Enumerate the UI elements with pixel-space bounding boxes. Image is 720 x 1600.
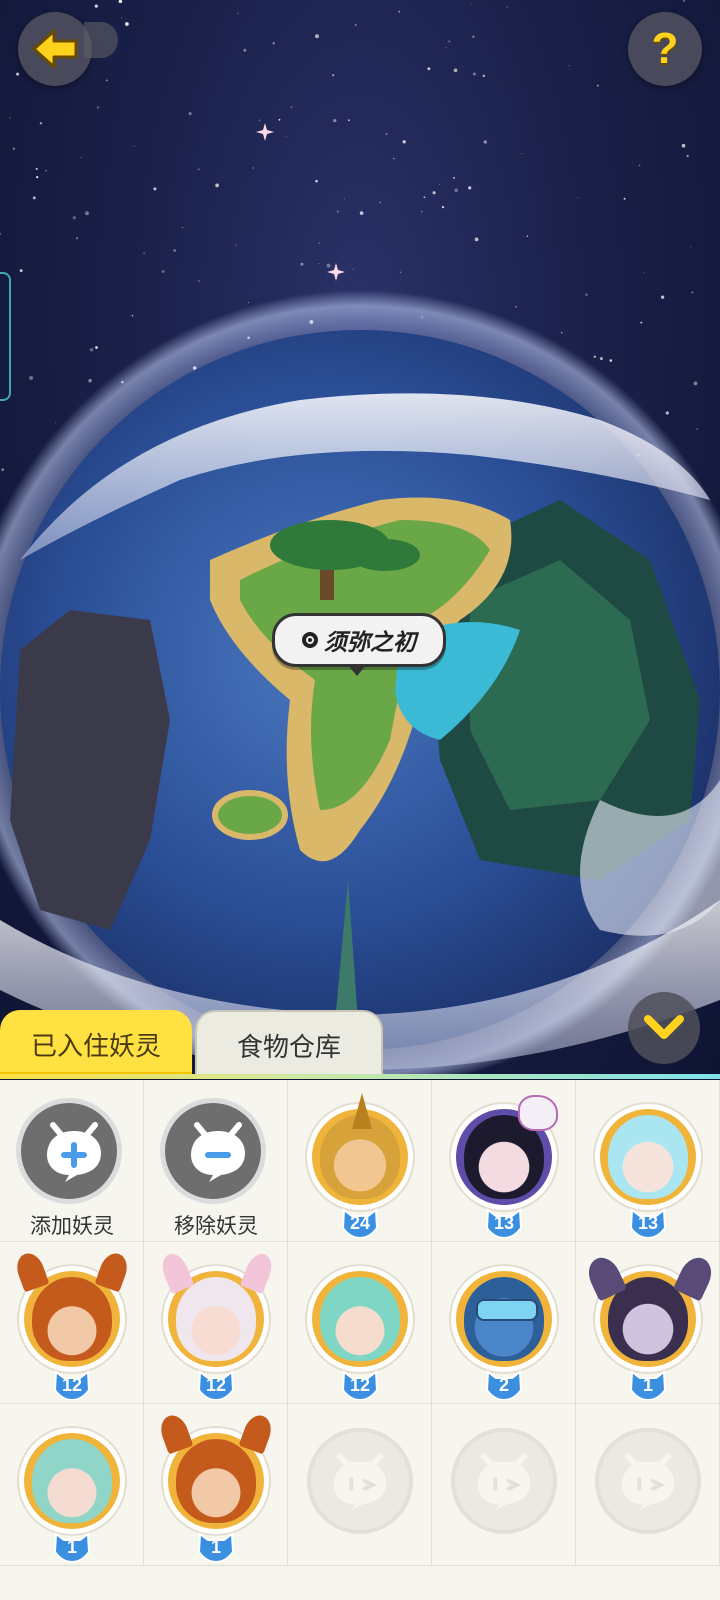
resident-avatar	[156, 1411, 276, 1534]
resident-slot[interactable]: 12	[144, 1242, 288, 1404]
back-button[interactable]	[18, 12, 118, 86]
small-island	[212, 790, 288, 840]
resident-slot[interactable]: 12	[288, 1242, 432, 1404]
help-button[interactable]: ?	[628, 12, 702, 86]
level-badge: 13	[628, 1208, 668, 1238]
planet-globe[interactable]	[0, 0, 720, 1078]
resident-grid: 添加妖灵 移除妖灵 24 13 13 12 12 12 2 1 1 1	[0, 1080, 720, 1600]
side-drawer-handle[interactable]	[0, 272, 11, 401]
level-badge: 24	[340, 1208, 380, 1238]
resident-slot[interactable]: 1	[144, 1404, 288, 1566]
tree-canopy-2	[350, 539, 420, 571]
resident-slot[interactable]: 12	[0, 1242, 144, 1404]
level-badge: 13	[484, 1208, 524, 1238]
resident-slot[interactable]: 1	[0, 1404, 144, 1566]
location-name: 须弥之初	[324, 630, 416, 656]
resident-slot[interactable]: 1	[576, 1242, 720, 1404]
resident-avatar	[451, 1266, 557, 1372]
planet-scene[interactable]: ? 须弥之初	[0, 0, 720, 1078]
add-resident-button[interactable]: 添加妖灵	[0, 1080, 144, 1242]
resident-avatar	[582, 1252, 718, 1372]
tab-underline	[0, 1074, 720, 1079]
location-label[interactable]: 须弥之初	[272, 613, 446, 676]
empty-slot-face-icon	[477, 1452, 531, 1511]
add-resident-label: 添加妖灵	[30, 1214, 114, 1238]
resident-slot[interactable]: 2	[432, 1242, 576, 1404]
map-pin-icon	[302, 632, 318, 648]
resident-avatar	[307, 1093, 413, 1210]
panel-tabs: 已入住妖灵 食物仓库	[0, 1010, 720, 1078]
level-badge: 12	[52, 1370, 92, 1400]
arrow-left-icon	[32, 29, 78, 69]
resident-avatar	[19, 1428, 125, 1534]
level-badge: 2	[484, 1370, 524, 1400]
empty-slot[interactable]	[576, 1404, 720, 1566]
empty-slot[interactable]	[432, 1404, 576, 1566]
resident-avatar	[307, 1266, 413, 1372]
remove-resident-button[interactable]: 移除妖灵	[144, 1080, 288, 1242]
plus-bubble-icon	[47, 1122, 101, 1182]
tab-food-storage[interactable]: 食物仓库	[195, 1010, 383, 1078]
tab-residents[interactable]: 已入住妖灵	[0, 1010, 192, 1078]
empty-slot-face-icon	[621, 1452, 675, 1511]
resident-slot[interactable]: 24	[288, 1080, 432, 1242]
level-badge: 12	[340, 1370, 380, 1400]
minus-bubble-icon	[191, 1122, 245, 1182]
remove-resident-label: 移除妖灵	[174, 1214, 258, 1238]
question-mark-icon: ?	[651, 24, 679, 73]
level-badge: 12	[196, 1370, 236, 1400]
empty-slot[interactable]	[288, 1404, 432, 1566]
resident-avatar	[157, 1249, 277, 1372]
resident-avatar	[595, 1104, 701, 1210]
empty-slot-face-icon	[333, 1452, 387, 1511]
resident-avatar	[451, 1095, 558, 1210]
level-badge: 1	[628, 1370, 668, 1400]
resident-slot[interactable]: 13	[432, 1080, 576, 1242]
resident-avatar	[12, 1249, 132, 1372]
level-badge: 1	[52, 1532, 92, 1562]
level-badge: 1	[196, 1532, 236, 1562]
resident-slot[interactable]: 13	[576, 1080, 720, 1242]
